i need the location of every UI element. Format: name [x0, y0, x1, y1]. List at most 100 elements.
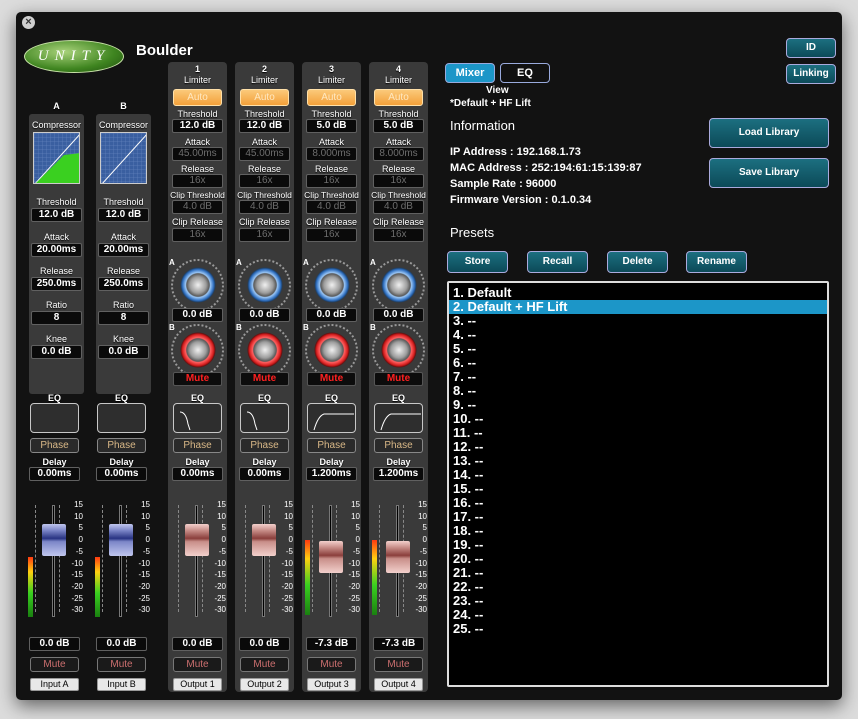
- input-b-level-knob[interactable]: [179, 331, 217, 369]
- clip-release-value[interactable]: 16x: [373, 228, 424, 242]
- gain-value[interactable]: -7.3 dB: [306, 637, 357, 651]
- preset-item[interactable]: 10. --: [449, 412, 827, 426]
- eq-thumbnail[interactable]: [240, 403, 289, 433]
- mute-button[interactable]: Mute: [307, 657, 356, 672]
- mix-value[interactable]: 0.0 dB: [373, 308, 424, 322]
- input-a-level-knob[interactable]: [313, 266, 351, 304]
- preset-item[interactable]: 2. Default + HF Lift: [449, 300, 827, 314]
- auto-button[interactable]: Auto: [173, 89, 222, 106]
- preset-item[interactable]: 1. Default: [449, 286, 827, 300]
- preset-item[interactable]: 17. --: [449, 510, 827, 524]
- auto-button[interactable]: Auto: [374, 89, 423, 106]
- threshold-value[interactable]: 12.0 dB: [239, 119, 290, 133]
- phase-button[interactable]: Phase: [173, 438, 222, 453]
- attack-value[interactable]: 45.00ms: [172, 147, 223, 161]
- gain-value[interactable]: 0.0 dB: [29, 637, 80, 651]
- preset-item[interactable]: 8. --: [449, 384, 827, 398]
- release-value[interactable]: 16x: [306, 174, 357, 188]
- threshold-value[interactable]: 5.0 dB: [306, 119, 357, 133]
- delay-value[interactable]: 0.00ms: [239, 467, 290, 481]
- phase-button[interactable]: Phase: [30, 438, 79, 453]
- preset-item[interactable]: 25. --: [449, 622, 827, 636]
- input-b-level-knob[interactable]: [313, 331, 351, 369]
- eq-thumbnail[interactable]: [173, 403, 222, 433]
- input-a-level-knob[interactable]: [380, 266, 418, 304]
- id-button[interactable]: ID: [786, 38, 836, 58]
- mute-button[interactable]: Mute: [97, 657, 146, 672]
- attack-value[interactable]: 8.000ms: [373, 147, 424, 161]
- mute-indicator[interactable]: Mute: [374, 372, 423, 386]
- recall-button[interactable]: Recall: [527, 251, 588, 273]
- input-b-level-knob[interactable]: [380, 331, 418, 369]
- linking-button[interactable]: Linking: [786, 64, 836, 84]
- preset-list[interactable]: 1. Default 2. Default + HF Lift 3. -- 4. --…: [447, 281, 829, 687]
- phase-button[interactable]: Phase: [374, 438, 423, 453]
- preset-item[interactable]: 6. --: [449, 356, 827, 370]
- threshold-value[interactable]: 5.0 dB: [373, 119, 424, 133]
- eq-thumbnail[interactable]: [307, 403, 356, 433]
- clip-release-value[interactable]: 16x: [239, 228, 290, 242]
- attack-value[interactable]: 8.000ms: [306, 147, 357, 161]
- rename-button[interactable]: Rename: [686, 251, 747, 273]
- mute-button[interactable]: Mute: [240, 657, 289, 672]
- input-b-level-knob[interactable]: [246, 331, 284, 369]
- tab-eq[interactable]: EQ: [500, 63, 550, 83]
- delay-value[interactable]: 1.200ms: [306, 467, 357, 481]
- release-value[interactable]: 16x: [373, 174, 424, 188]
- preset-item[interactable]: 9. --: [449, 398, 827, 412]
- delay-value[interactable]: 1.200ms: [373, 467, 424, 481]
- preset-item[interactable]: 15. --: [449, 482, 827, 496]
- preset-item[interactable]: 14. --: [449, 468, 827, 482]
- clip-threshold-value[interactable]: 4.0 dB: [239, 200, 290, 214]
- fader-handle[interactable]: [42, 524, 66, 557]
- preset-item[interactable]: 3. --: [449, 314, 827, 328]
- preset-item[interactable]: 11. --: [449, 426, 827, 440]
- mute-indicator[interactable]: Mute: [173, 372, 222, 386]
- preset-item[interactable]: 13. --: [449, 454, 827, 468]
- preset-item[interactable]: 21. --: [449, 566, 827, 580]
- preset-item[interactable]: 5. --: [449, 342, 827, 356]
- fader-handle[interactable]: [252, 524, 276, 557]
- preset-item[interactable]: 12. --: [449, 440, 827, 454]
- fader-handle[interactable]: [185, 524, 209, 557]
- gain-value[interactable]: 0.0 dB: [239, 637, 290, 651]
- clip-release-value[interactable]: 16x: [172, 228, 223, 242]
- delay-value[interactable]: 0.00ms: [29, 467, 80, 481]
- delay-value[interactable]: 0.00ms: [96, 467, 147, 481]
- clip-threshold-value[interactable]: 4.0 dB: [306, 200, 357, 214]
- mute-indicator[interactable]: Mute: [307, 372, 356, 386]
- attack-value[interactable]: 45.00ms: [239, 147, 290, 161]
- mix-value[interactable]: 0.0 dB: [172, 308, 223, 322]
- clip-threshold-value[interactable]: 4.0 dB: [172, 200, 223, 214]
- gain-value[interactable]: 0.0 dB: [96, 637, 147, 651]
- fader-handle[interactable]: [109, 524, 133, 557]
- preset-item[interactable]: 20. --: [449, 552, 827, 566]
- preset-item[interactable]: 16. --: [449, 496, 827, 510]
- mute-button[interactable]: Mute: [173, 657, 222, 672]
- close-icon[interactable]: ×: [22, 16, 35, 29]
- auto-button[interactable]: Auto: [307, 89, 356, 106]
- tab-mixer[interactable]: Mixer: [445, 63, 495, 83]
- release-value[interactable]: 16x: [172, 174, 223, 188]
- delete-button[interactable]: Delete: [607, 251, 668, 273]
- preset-item[interactable]: 18. --: [449, 524, 827, 538]
- input-a-level-knob[interactable]: [246, 266, 284, 304]
- mute-button[interactable]: Mute: [374, 657, 423, 672]
- preset-item[interactable]: 4. --: [449, 328, 827, 342]
- fader-handle[interactable]: [319, 541, 343, 574]
- clip-threshold-value[interactable]: 4.0 dB: [373, 200, 424, 214]
- phase-button[interactable]: Phase: [240, 438, 289, 453]
- load-library-button[interactable]: Load Library: [709, 118, 829, 148]
- gain-value[interactable]: 0.0 dB: [172, 637, 223, 651]
- preset-item[interactable]: 23. --: [449, 594, 827, 608]
- release-value[interactable]: 16x: [239, 174, 290, 188]
- eq-thumbnail[interactable]: [374, 403, 423, 433]
- mute-indicator[interactable]: Mute: [240, 372, 289, 386]
- auto-button[interactable]: Auto: [240, 89, 289, 106]
- preset-item[interactable]: 22. --: [449, 580, 827, 594]
- phase-button[interactable]: Phase: [307, 438, 356, 453]
- delay-value[interactable]: 0.00ms: [172, 467, 223, 481]
- mix-value[interactable]: 0.0 dB: [239, 308, 290, 322]
- eq-thumbnail[interactable]: [30, 403, 79, 433]
- fader-handle[interactable]: [386, 541, 410, 574]
